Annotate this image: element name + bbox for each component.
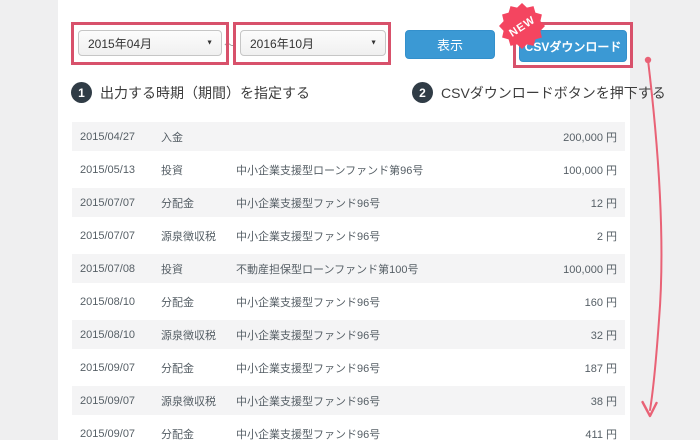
cell-amount: 200,000 円 [563, 131, 617, 144]
show-button[interactable]: 表示 [405, 30, 495, 59]
cell-date: 2015/07/08 [80, 262, 136, 275]
cell-description: 中小企業支援型ファンド96号 [236, 362, 381, 375]
period-to-select[interactable]: 2016年10月 ▼ [240, 30, 386, 56]
cell-description: 不動産担保型ローンファンド第100号 [236, 263, 419, 276]
table-row: 2015/07/07 分配金 中小企業支援型ファンド96号 12 円 [72, 188, 625, 217]
cell-description: 中小企業支援型ファンド96号 [236, 428, 381, 440]
cell-amount: 2 円 [596, 230, 617, 243]
cell-type: 投資 [161, 164, 183, 177]
cell-type: 分配金 [161, 362, 194, 375]
page: ～ 2015年04月 ▼ 2016年10月 ▼ 表示 CSVダウンロード NEW… [0, 0, 700, 440]
table-row: 2015/04/27 入金 200,000 円 [72, 122, 625, 151]
cell-description: 中小企業支援型ローンファンド第96号 [236, 164, 424, 177]
cell-description: 中小企業支援型ファンド96号 [236, 230, 381, 243]
cell-date: 2015/08/10 [80, 295, 136, 308]
instruction-step-1: 1 出力する時期（期間）を指定する [71, 82, 310, 103]
cell-description: 中小企業支援型ファンド96号 [236, 395, 381, 408]
cell-type: 源泉徴収税 [161, 395, 216, 408]
table-row: 2015/09/07 源泉徴収税 中小企業支援型ファンド96号 38 円 [72, 386, 625, 415]
transaction-table: 2015/04/27 入金 200,000 円 2015/05/13 投資 中小… [72, 122, 625, 440]
period-from-select[interactable]: 2015年04月 ▼ [78, 30, 222, 56]
cell-amount: 187 円 [584, 362, 617, 375]
cell-type: 入金 [161, 131, 183, 144]
cell-date: 2015/04/27 [80, 130, 136, 143]
cell-date: 2015/07/07 [80, 196, 136, 209]
cell-date: 2015/09/07 [80, 361, 136, 374]
period-from-value: 2015年04月 [88, 36, 153, 51]
table-row: 2015/07/07 源泉徴収税 中小企業支援型ファンド96号 2 円 [72, 221, 625, 250]
cell-date: 2015/05/13 [80, 163, 136, 176]
cell-amount: 160 円 [584, 296, 617, 309]
table-row: 2015/07/08 投資 不動産担保型ローンファンド第100号 100,000… [72, 254, 625, 283]
cell-type: 分配金 [161, 296, 194, 309]
cell-date: 2015/09/07 [80, 427, 136, 440]
period-to-value: 2016年10月 [250, 36, 315, 51]
cell-amount: 100,000 円 [563, 263, 617, 276]
instruction-step-2: 2 CSVダウンロードボタンを押下する [412, 82, 666, 103]
step-1-badge: 1 [71, 82, 92, 103]
cell-amount: 38 円 [590, 395, 617, 408]
cell-amount: 100,000 円 [563, 164, 617, 177]
step-1-label: 出力する時期（期間）を指定する [100, 84, 310, 101]
step-2-badge: 2 [412, 82, 433, 103]
new-badge-icon: NEW [499, 3, 545, 49]
table-row: 2015/05/13 投資 中小企業支援型ローンファンド第96号 100,000… [72, 155, 625, 184]
cell-amount: 32 円 [590, 329, 617, 342]
cell-type: 投資 [161, 263, 183, 276]
table-row: 2015/08/10 分配金 中小企業支援型ファンド96号 160 円 [72, 287, 625, 316]
cell-description: 中小企業支援型ファンド96号 [236, 197, 381, 210]
cell-type: 分配金 [161, 428, 194, 440]
chevron-down-icon: ▼ [370, 39, 377, 47]
cell-type: 分配金 [161, 197, 194, 210]
cell-description: 中小企業支援型ファンド96号 [236, 296, 381, 309]
table-row: 2015/09/07 分配金 中小企業支援型ファンド96号 411 円 [72, 419, 625, 440]
table-row: 2015/08/10 源泉徴収税 中小企業支援型ファンド96号 32 円 [72, 320, 625, 349]
cell-date: 2015/07/07 [80, 229, 136, 242]
cell-date: 2015/09/07 [80, 394, 136, 407]
period-separator: ～ [224, 38, 237, 52]
cell-amount: 411 円 [585, 428, 617, 440]
step-2-label: CSVダウンロードボタンを押下する [441, 84, 666, 101]
cell-type: 源泉徴収税 [161, 230, 216, 243]
cell-date: 2015/08/10 [80, 328, 136, 341]
cell-description: 中小企業支援型ファンド96号 [236, 329, 381, 342]
table-row: 2015/09/07 分配金 中小企業支援型ファンド96号 187 円 [72, 353, 625, 382]
cell-type: 源泉徴収税 [161, 329, 216, 342]
cell-amount: 12 円 [590, 197, 617, 210]
chevron-down-icon: ▼ [206, 39, 213, 47]
